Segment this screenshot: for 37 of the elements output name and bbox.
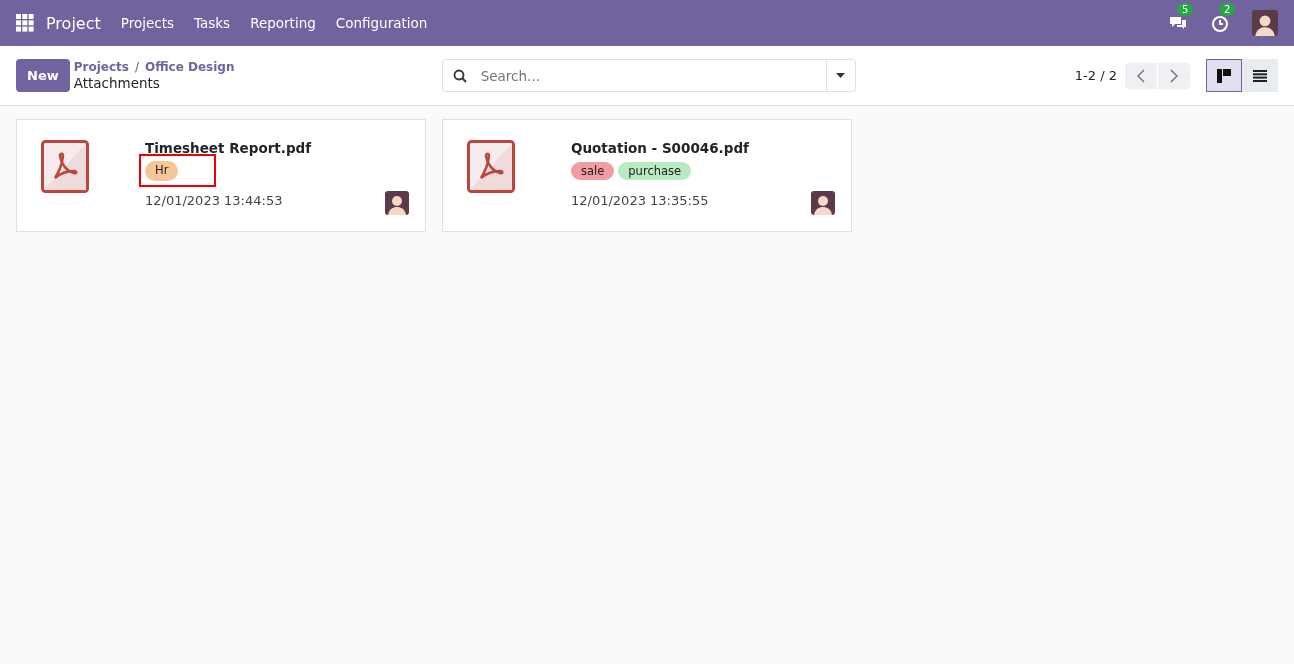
menu-item[interactable]: Projects: [120, 15, 174, 31]
list-icon: [1253, 69, 1267, 82]
view-switch-button[interactable]: [1206, 59, 1242, 92]
clock-icon[interactable]: [1210, 13, 1230, 33]
menu-item[interactable]: Reporting: [250, 15, 316, 31]
pdf-file-icon: [41, 140, 89, 193]
avatar-silhouette: [385, 191, 409, 215]
chevron-left-icon: [1137, 68, 1145, 83]
apps-menu-icon[interactable]: [16, 14, 34, 32]
file-name: Quotation - S00046.pdf: [571, 140, 749, 156]
search-icon: [452, 68, 467, 83]
file-date: 12/01/2023 13:35:55: [571, 193, 710, 208]
file-date: 12/01/2023 13:44:53: [145, 193, 284, 208]
breadcrumb-link[interactable]: Office Design: [144, 60, 235, 74]
menu-item[interactable]: Tasks: [194, 15, 231, 31]
chevron-right-icon: [1170, 68, 1178, 83]
tag: purchase: [618, 162, 692, 180]
pager-value: 1-2 / 2: [1074, 68, 1117, 83]
avatar-silhouette: [1252, 10, 1278, 36]
breadcrumb-separator: /: [134, 60, 139, 74]
page-title: Attachments: [73, 75, 161, 91]
activity-count-badge: 2: [1219, 3, 1236, 16]
tag: sale: [571, 162, 615, 180]
attachment-card[interactable]: Timesheet Report.pdf Hr 12/01/2023 13:44:53: [16, 119, 426, 232]
avatar-silhouette: [811, 191, 835, 215]
caret-icon: [836, 73, 846, 78]
new-button[interactable]: New: [16, 59, 70, 92]
attachment-card[interactable]: Quotation - S00046.pdf sale purchase 12/01/2023 13:35:55: [442, 119, 852, 232]
search-bar[interactable]: Search...: [441, 59, 856, 92]
breadcrumb-link[interactable]: Projects: [73, 60, 129, 74]
message-count-badge: 5: [1177, 3, 1194, 16]
menu-item[interactable]: Configuration: [335, 15, 428, 31]
file-name: Timesheet Report.pdf: [145, 140, 312, 156]
tag: Hr: [145, 161, 179, 181]
kanban-icon: [1217, 68, 1231, 83]
app-name[interactable]: Project: [46, 13, 101, 33]
pdf-file-icon: [467, 140, 515, 193]
